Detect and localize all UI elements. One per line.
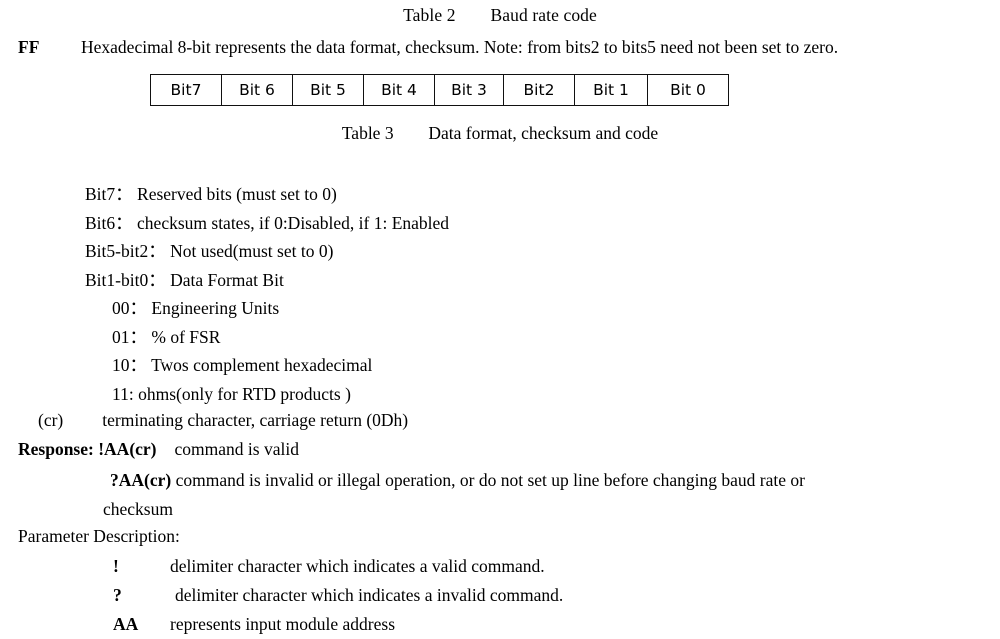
- table3-caption: Table 3 Data format, checksum and code: [0, 122, 1000, 144]
- bit-cell-7: Bit7: [150, 74, 222, 106]
- response-label: Response:: [18, 439, 94, 459]
- bit-cell-6: Bit 6: [221, 74, 293, 106]
- bit-description-key: Bit7：: [85, 184, 133, 204]
- list-item: AA represents input module address: [113, 610, 563, 639]
- list-item: Bit5-bit2： Not used(must set to 0): [85, 237, 449, 266]
- bit-cell-5: Bit 5: [292, 74, 364, 106]
- bit-cell-1: Bit 1: [574, 74, 648, 106]
- table2-caption: Table 2 Baud rate code: [0, 4, 1000, 26]
- parameter-description-list: ! delimiter character which indicates a v…: [113, 552, 563, 639]
- table3-caption-label: Table 3: [341, 123, 394, 143]
- ff-description-row: FF Hexadecimal 8-bit represents the data …: [18, 36, 978, 59]
- list-item: 01： % of FSR: [112, 323, 372, 352]
- response-valid-command: !AA(cr): [98, 439, 157, 459]
- parameter-description-text: represents input module address: [170, 614, 396, 634]
- list-item: Bit7： Reserved bits (must set to 0): [85, 180, 449, 209]
- bit-cell-3: Bit 3: [434, 74, 504, 106]
- table-row: Bit7 Bit 6 Bit 5 Bit 4 Bit 3 Bit2 Bit 1 …: [150, 74, 729, 106]
- format-code-text: % of FSR: [151, 326, 221, 347]
- bit-description-key: Bit6：: [85, 212, 133, 233]
- list-item: ? delimiter character which indicates a i…: [113, 581, 563, 610]
- bit-description-text: Not used(must set to 0): [170, 241, 334, 261]
- carriage-return-row: (cr) terminating character, carriage retu…: [38, 408, 408, 432]
- bit-description-text: Data Format Bit: [170, 269, 284, 290]
- response-valid-row: Response: !AA(cr) command is valid: [18, 437, 299, 461]
- format-code-text: Engineering Units: [151, 298, 280, 318]
- cr-description: terminating character, carriage return (…: [102, 410, 409, 430]
- table2-caption-text: Baud rate code: [490, 5, 597, 25]
- list-item: 10： Twos complement hexadecimal: [112, 351, 372, 380]
- ff-description-text: Hexadecimal 8-bit represents the data fo…: [81, 37, 839, 57]
- cr-symbol: (cr): [38, 410, 64, 430]
- response-valid-description: command is valid: [174, 439, 299, 459]
- list-item: Bit1-bit0： Data Format Bit: [85, 266, 449, 295]
- response-invalid-description: command is invalid or illegal operation,…: [175, 470, 805, 490]
- bit-description-text: Reserved bits (must set to 0): [137, 184, 337, 204]
- bit-cell-4: Bit 4: [363, 74, 435, 106]
- table3-caption-text: Data format, checksum and code: [428, 123, 659, 143]
- list-item: Bit6： checksum states, if 0:Disabled, if…: [85, 209, 449, 238]
- response-invalid-command: ?AA(cr): [110, 470, 172, 490]
- parameter-description-text: delimiter character which indicates a va…: [170, 556, 545, 576]
- ff-label: FF: [18, 37, 40, 57]
- parameter-description-text: delimiter character which indicates a in…: [175, 585, 564, 605]
- bit-description-list: Bit7： Reserved bits (must set to 0) Bit6…: [85, 180, 449, 294]
- response-invalid-description-continued: checksum: [103, 499, 173, 519]
- bit-cell-0: Bit 0: [647, 74, 729, 106]
- list-item: 00： Engineering Units: [112, 294, 372, 323]
- format-code: 00：: [112, 298, 147, 318]
- parameter-symbol: AA: [113, 614, 139, 634]
- format-code-text: Twos complement hexadecimal: [151, 355, 373, 375]
- format-code: 10：: [112, 355, 147, 375]
- list-item: ! delimiter character which indicates a v…: [113, 552, 563, 581]
- data-format-code-list: 00： Engineering Units 01： % of FSR 10： T…: [112, 294, 372, 408]
- parameter-symbol: ?: [113, 585, 122, 605]
- bit-description-text: checksum states, if 0:Disabled, if 1: En…: [137, 212, 450, 233]
- table2-caption-label: Table 2: [403, 5, 456, 25]
- parameter-description-title: Parameter Description:: [18, 526, 180, 546]
- bit-layout-table: Bit7 Bit 6 Bit 5 Bit 4 Bit 3 Bit2 Bit 1 …: [150, 74, 729, 106]
- parameter-symbol: !: [113, 556, 119, 576]
- format-code: 01：: [112, 326, 147, 347]
- bit-cell-2: Bit2: [503, 74, 575, 106]
- response-invalid-paragraph: ?AA(cr) command is invalid or illegal op…: [103, 466, 970, 519]
- bit-description-key: Bit5-bit2：: [85, 241, 166, 261]
- format-code-text: ohms(only for RTD products ): [138, 383, 351, 404]
- bit-description-key: Bit1-bit0：: [85, 269, 166, 290]
- list-item: 11: ohms(only for RTD products ): [112, 380, 372, 409]
- format-code: 11:: [112, 383, 134, 404]
